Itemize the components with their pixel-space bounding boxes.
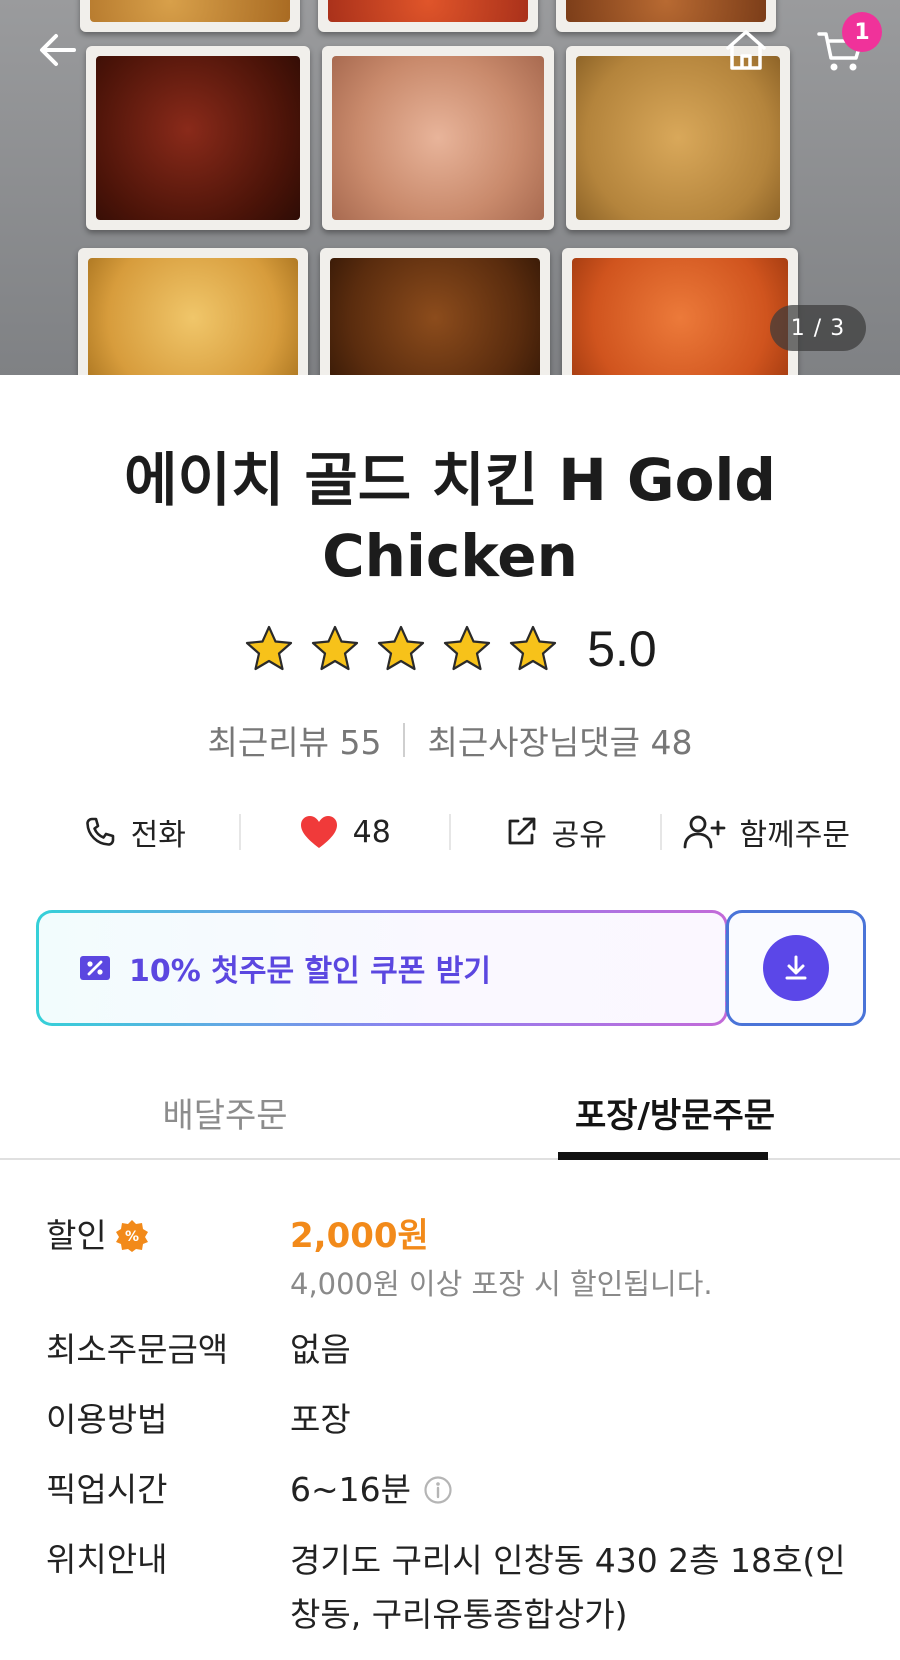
share-label: 공유 xyxy=(551,818,607,853)
share-icon xyxy=(508,817,536,845)
home-icon xyxy=(726,30,766,70)
rating-value: 5.0 xyxy=(587,621,657,677)
coupon-icon xyxy=(80,956,110,980)
info-row-discount: 할인 % 2,000원 4,000원 이상 포장 시 할인됩니다. xyxy=(46,1210,866,1306)
store-info: 할인 % 2,000원 4,000원 이상 포장 시 할인됩니다. 최소주문금액… xyxy=(46,1210,866,1642)
discount-badge-icon: % xyxy=(115,1220,148,1252)
active-tab-indicator xyxy=(558,1152,768,1160)
tab-delivery-label: 배달주문 xyxy=(162,1096,288,1136)
pickup-time-label: 픽업시간 xyxy=(46,1470,168,1509)
add-person-icon xyxy=(683,815,725,849)
store-name: 에이치 골드 치킨 H Gold Chicken xyxy=(124,446,776,590)
star-icon xyxy=(444,625,491,671)
coupon-download-button[interactable] xyxy=(726,910,866,1026)
info-row-min-order: 최소주문금액 없음 xyxy=(46,1324,866,1376)
action-bar: 전화 48 공유 함께주문 xyxy=(30,800,870,864)
info-label: 할인 % xyxy=(46,1210,290,1306)
pickup-time-value-wrap: 6~16분 xyxy=(290,1464,866,1516)
order-type-tabs: 배달주문 포장/방문주문 xyxy=(0,1076,900,1160)
discount-value: 2,000원 4,000원 이상 포장 시 할인됩니다. xyxy=(290,1210,866,1306)
min-order-label: 최소주문금액 xyxy=(46,1330,229,1369)
discount-label: 할인 xyxy=(46,1216,107,1255)
download-icon xyxy=(785,955,807,980)
discount-amount: 2,000원 xyxy=(290,1216,429,1256)
info-row-pickup-time: 픽업시간 6~16분 xyxy=(46,1464,866,1516)
phone-icon xyxy=(85,817,114,846)
divider xyxy=(403,723,406,757)
min-order-value: 없음 xyxy=(290,1330,351,1369)
hero-image[interactable]: 1 1 / 3 xyxy=(0,0,900,375)
food-box xyxy=(86,46,310,230)
review-summary: 최근리뷰 55 최근사장님댓글 48 xyxy=(0,716,900,764)
tab-pickup-label: 포장/방문주문 xyxy=(574,1096,776,1136)
home-button[interactable] xyxy=(722,26,770,74)
info-row-location: 위치안내 경기도 구리시 인창동 430 2층 18호(인창동, 구리유통종합상… xyxy=(46,1534,866,1642)
coupon-label: 10% 첫주문 할인 쿠폰 받기 xyxy=(129,954,491,989)
like-count: 48 xyxy=(352,814,391,850)
info-row-method: 이용방법 포장 xyxy=(46,1394,866,1446)
coupon-main[interactable]: 10% 첫주문 할인 쿠폰 받기 xyxy=(36,910,728,1026)
tab-delivery[interactable]: 배달주문 xyxy=(0,1076,450,1158)
star-icon xyxy=(510,625,557,671)
info-icon[interactable] xyxy=(423,1475,453,1505)
food-box xyxy=(562,248,798,375)
call-label: 전화 xyxy=(130,818,186,853)
star-icon xyxy=(312,625,359,671)
coupon-banner[interactable]: 10% 첫주문 할인 쿠폰 받기 xyxy=(36,910,866,1026)
method-value: 포장 xyxy=(290,1400,351,1439)
food-box xyxy=(318,0,538,32)
food-box xyxy=(320,248,550,375)
location-value: 경기도 구리시 인창동 430 2층 18호(인창동, 구리유통종합상가) xyxy=(290,1541,846,1634)
owner-replies-link[interactable]: 최근사장님댓글 48 xyxy=(427,716,692,764)
heart-icon xyxy=(300,816,337,848)
cart-count-badge: 1 xyxy=(842,12,882,52)
food-box xyxy=(78,248,308,375)
star-icon xyxy=(246,625,293,671)
group-order-button[interactable]: 함께주문 xyxy=(662,810,871,854)
food-box xyxy=(322,46,554,230)
back-button[interactable] xyxy=(36,28,80,72)
discount-note: 4,000원 이상 포장 시 할인됩니다. xyxy=(290,1267,713,1301)
method-label: 이용방법 xyxy=(46,1400,168,1439)
star-icon xyxy=(378,625,425,671)
tab-pickup[interactable]: 포장/방문주문 xyxy=(450,1076,900,1160)
call-button[interactable]: 전화 xyxy=(30,810,239,854)
recent-reviews-link[interactable]: 최근리뷰 55 xyxy=(208,716,382,764)
svg-text:%: % xyxy=(125,1229,139,1245)
rating-row[interactable]: 5.0 xyxy=(0,618,900,680)
download-button-circle xyxy=(763,935,829,1001)
share-button[interactable]: 공유 xyxy=(451,810,660,854)
pickup-time-value: 6~16분 xyxy=(290,1470,411,1509)
image-counter: 1 / 3 xyxy=(770,305,866,351)
arrow-left-icon xyxy=(40,34,76,66)
like-button[interactable]: 48 xyxy=(241,814,450,850)
food-box xyxy=(80,0,300,32)
location-label: 위치안내 xyxy=(46,1540,168,1579)
group-order-label: 함께주문 xyxy=(739,818,850,853)
